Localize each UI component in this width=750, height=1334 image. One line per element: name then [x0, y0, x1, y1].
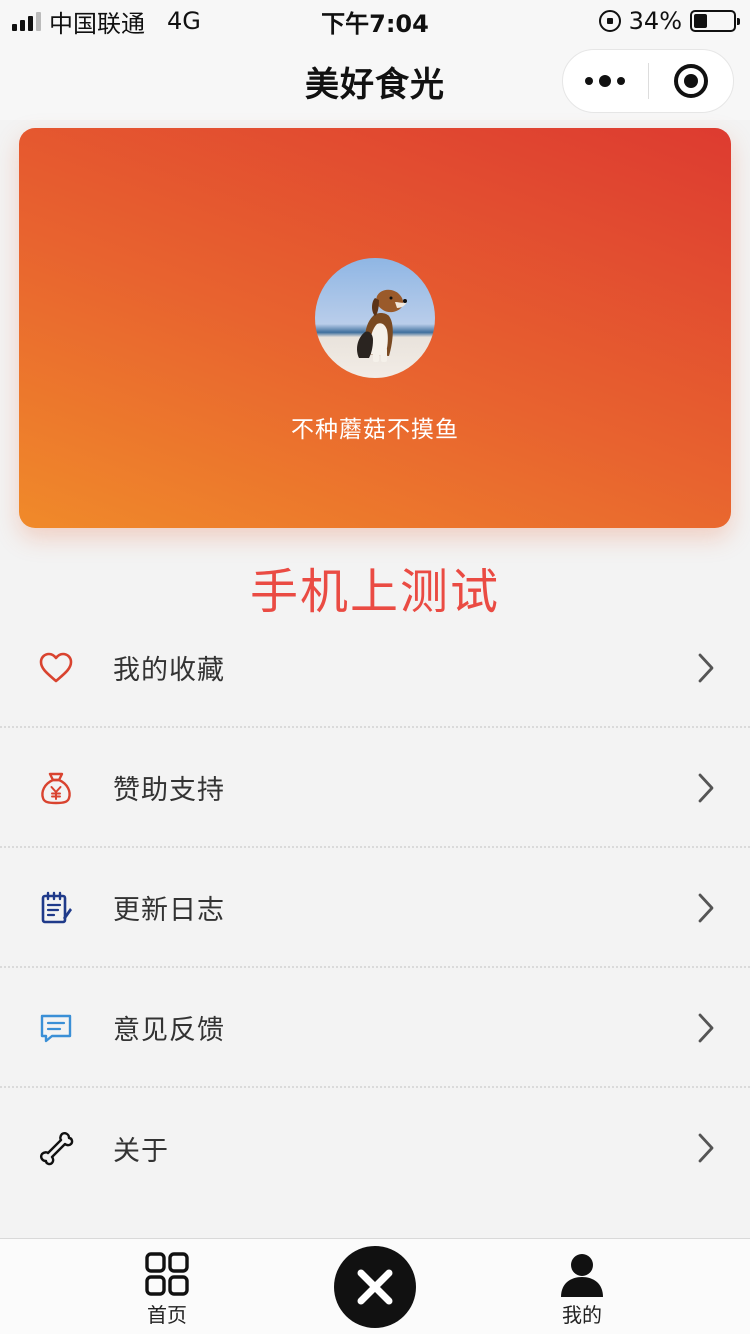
chevron-right-icon: [698, 773, 714, 803]
battery-icon: [690, 10, 740, 32]
menu-item-about[interactable]: 关于: [0, 1088, 750, 1208]
tab-mine-label: 我的: [562, 1303, 602, 1327]
chevron-right-icon: [698, 1013, 714, 1043]
chevron-right-icon: [698, 893, 714, 923]
chevron-right-icon: [698, 1133, 714, 1163]
user-icon: [561, 1254, 603, 1297]
menu-item-favorites[interactable]: 我的收藏: [0, 608, 750, 728]
nav-bar: 美好食光: [0, 42, 750, 120]
target-icon: [673, 64, 708, 98]
tab-home-label: 首页: [147, 1303, 187, 1327]
status-left: 中国联通 4G: [12, 4, 201, 39]
tab-home[interactable]: 首页: [112, 1251, 222, 1328]
more-dot: [599, 75, 612, 87]
menu-item-label: 我的收藏: [113, 654, 225, 686]
carrier-name: 中国联通: [49, 9, 145, 38]
status-right: 34%: [598, 7, 740, 35]
heart-icon: [39, 652, 73, 683]
chat-icon: [40, 1014, 72, 1043]
close-mini-program-button[interactable]: [649, 50, 734, 112]
dog-avatar-image: [357, 289, 407, 362]
profile-card: 不种蘑菇不摸鱼: [19, 128, 731, 528]
more-button[interactable]: [563, 50, 648, 112]
menu-item-label: 赞助支持: [113, 774, 225, 806]
tab-mine[interactable]: 我的: [527, 1251, 637, 1328]
money-bag-icon: [41, 772, 71, 805]
tab-bar: 首页 我的: [0, 1238, 750, 1334]
mini-program-capsule: [562, 49, 734, 113]
more-dot: [585, 77, 594, 85]
grid-icon: [145, 1252, 189, 1296]
menu-list: 我的收藏 赞助支持 更新日志 意见反馈 关于: [0, 608, 750, 1208]
close-icon: [357, 1269, 393, 1305]
battery-percent: 34%: [628, 7, 682, 35]
more-dot: [617, 77, 626, 85]
center-close-button[interactable]: [334, 1246, 416, 1328]
orientation-lock-icon: [598, 10, 621, 32]
bone-icon: [40, 1132, 74, 1166]
page-title: 美好食光: [305, 64, 445, 105]
status-bar: 中国联通 4G 下午7:04 34%: [0, 0, 750, 42]
network-type: 4G: [167, 7, 201, 35]
signal-icon: [12, 11, 41, 31]
battery-fill: [694, 14, 707, 28]
menu-item-label: 更新日志: [113, 894, 225, 926]
menu-item-changelog[interactable]: 更新日志: [0, 848, 750, 968]
user-nickname: 不种蘑菇不摸鱼: [291, 417, 459, 443]
menu-item-label: 关于: [113, 1135, 169, 1167]
menu-item-sponsor[interactable]: 赞助支持: [0, 728, 750, 848]
menu-item-feedback[interactable]: 意见反馈: [0, 968, 750, 1088]
menu-item-label: 意见反馈: [113, 1014, 225, 1046]
notepad-icon: [41, 891, 72, 924]
chevron-right-icon: [698, 653, 714, 683]
avatar[interactable]: [315, 258, 435, 378]
